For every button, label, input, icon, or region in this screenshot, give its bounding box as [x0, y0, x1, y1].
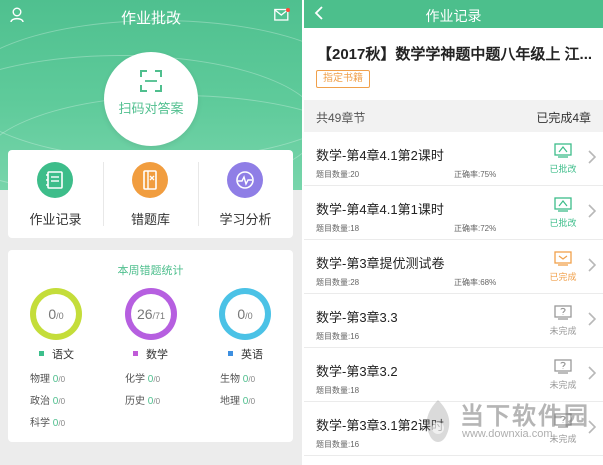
menu-label: 作业记录: [29, 212, 82, 227]
homework-record-button[interactable]: 作业记录: [8, 150, 103, 238]
chapter-completed: 已完成4章: [536, 111, 591, 125]
chevron-right-icon: [588, 312, 596, 326]
learning-analysis-button[interactable]: 学习分析: [198, 150, 293, 238]
status-icon: [554, 197, 572, 212]
homework-row[interactable]: 数学-第3章3.3 题目数量:16 未完成: [304, 294, 603, 348]
ring-value: 0/0: [225, 294, 265, 334]
status-label: 已批改: [549, 164, 577, 174]
page-title: 作业批改: [120, 10, 181, 27]
subject-stat-physics: 物理 0/0: [30, 374, 66, 385]
status-label: 已批改: [549, 218, 577, 228]
question-count: 题目数量:28: [316, 278, 360, 287]
status-label: 未完成: [549, 434, 577, 444]
accuracy-rate: 正确率:68%: [454, 278, 497, 287]
scan-answer-button[interactable]: 扫码对答案: [104, 52, 198, 146]
feature-menu: 作业记录 错题库 学习分析: [8, 150, 293, 238]
status-icon: [554, 359, 572, 374]
assigned-book-tag: 指定书籍: [316, 70, 370, 88]
homework-title: 数学-第4章4.1第2课时: [316, 148, 444, 163]
menu-label: 学习分析: [219, 212, 272, 227]
subject-label-math: 数学: [133, 346, 168, 361]
chevron-right-icon: [588, 420, 596, 434]
wrong-book-icon: [132, 162, 168, 198]
status-label: 未完成: [549, 380, 577, 390]
status-icon: [554, 143, 572, 158]
subject-label-chinese: 语文: [39, 346, 74, 361]
homework-title: 数学-第3章3.3: [316, 310, 398, 325]
question-count: 题目数量:18: [316, 224, 360, 233]
chevron-right-icon: [588, 366, 596, 380]
subject-stat-politics: 政治 0/0: [30, 396, 66, 407]
question-count: 题目数量:16: [316, 440, 360, 449]
homework-title: 数学-第3章提优测试卷: [316, 256, 445, 271]
homework-row[interactable]: 数学-第3章3.1第2课时题目数量:16 未完成: [304, 402, 603, 456]
chevron-right-icon: [588, 150, 596, 164]
page-title: 作业记录: [425, 8, 482, 24]
question-count: 题目数量:20: [316, 170, 360, 179]
wrong-question-bank-button[interactable]: 错题库: [103, 150, 198, 238]
chinese-ring[interactable]: 0/0: [30, 288, 82, 340]
right-screen: 作业记录 【2017秋】数学学神题中题八年级上 江... 指定书籍 共49章节 …: [304, 0, 603, 465]
analysis-icon: [227, 162, 263, 198]
message-icon[interactable]: [274, 8, 290, 21]
status-icon: [554, 305, 572, 320]
accuracy-rate: 正确率:75%: [454, 170, 497, 179]
question-count: 题目数量:16: [316, 332, 360, 341]
subject-stat-biology: 生物 0/0: [220, 374, 256, 385]
scan-answer-label: 扫码对答案: [118, 101, 184, 116]
header-bar: 作业记录: [304, 0, 603, 28]
status-label: 已完成: [549, 272, 577, 282]
homework-title: 数学-第4章4.1第1课时: [316, 202, 444, 217]
question-count: 题目数量:18: [316, 386, 360, 395]
chevron-right-icon: [588, 204, 596, 218]
weekly-mistake-stats: 本周错题统计 0/0 26/71 0/0 语文 数学 英语 物理 0/0 化学 …: [8, 250, 293, 442]
homework-row[interactable]: 数学-第4章4.1第2课时题目数量:20 正确率:75% 已批改: [304, 132, 603, 186]
status-label: 未完成: [549, 326, 577, 336]
notebook-icon: [37, 162, 73, 198]
subject-label-english: 英语: [228, 346, 263, 361]
stats-title: 本周错题统计: [117, 265, 184, 277]
subject-stat-chemistry: 化学 0/0: [125, 374, 161, 385]
english-ring[interactable]: 0/0: [219, 288, 271, 340]
status-icon: [554, 413, 572, 428]
homework-title: 数学-第3章3.2: [316, 364, 398, 379]
ring-value: 0/0: [36, 294, 76, 334]
homework-row[interactable]: 数学-第4章4.1第1课时题目数量:18 正确率:72% 已批改: [304, 186, 603, 240]
menu-label: 错题库: [130, 212, 170, 227]
subject-stat-geography: 地理 0/0: [220, 396, 256, 407]
ring-value: 26/71: [131, 294, 171, 334]
scan-icon: [140, 70, 162, 92]
chapter-summary: 共49章节 已完成4章: [304, 100, 603, 132]
book-title: 【2017秋】数学学神题中题八年级上 江...: [317, 46, 593, 63]
chevron-right-icon: [588, 258, 596, 272]
left-screen: 作业批改 扫码对答案 作业记录 错题库 学习分析 本周错题统计 0/0 26/7…: [0, 0, 302, 465]
status-icon: [554, 251, 572, 266]
chapter-total: 共49章节: [316, 111, 366, 125]
math-ring[interactable]: 26/71: [125, 288, 177, 340]
accuracy-rate: 正确率:72%: [454, 224, 497, 233]
homework-row[interactable]: 数学-第3章3.2 题目数量:18 未完成: [304, 348, 603, 402]
subject-stat-history: 历史 0/0: [125, 396, 161, 407]
subject-stat-science: 科学 0/0: [30, 418, 66, 429]
homework-title: 数学-第3章3.1第2课时: [316, 418, 444, 433]
homework-row[interactable]: 数学-第3章提优测试卷题目数量:28 正确率:68% 已完成: [304, 240, 603, 294]
